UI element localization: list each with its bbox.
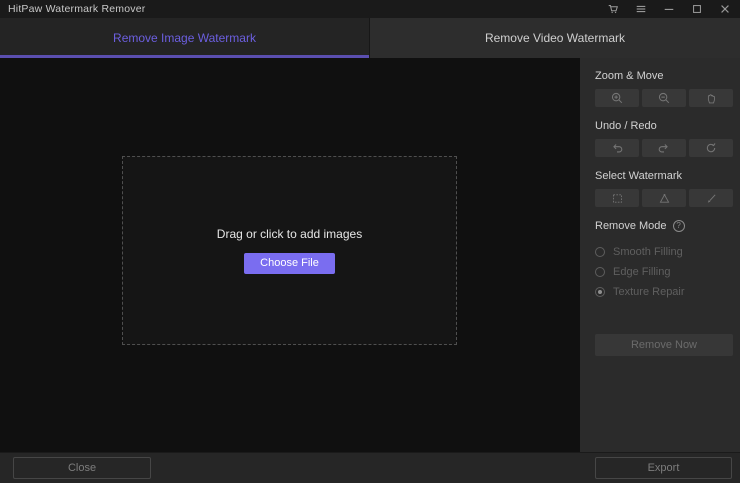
info-icon[interactable]: ?: [672, 220, 685, 232]
main-content: Drag or click to add images Choose File …: [0, 58, 740, 452]
polygon-select-button[interactable]: [642, 189, 686, 207]
export-button[interactable]: Export: [595, 457, 732, 479]
tab-remove-video-watermark[interactable]: Remove Video Watermark: [370, 18, 740, 58]
select-watermark-buttons: [595, 189, 733, 207]
mode-option-texture-repair[interactable]: Texture Repair: [595, 282, 733, 302]
zoom-move-section-title: Zoom & Move: [595, 70, 664, 82]
zoom-in-button[interactable]: [595, 89, 639, 107]
drop-hint-text: Drag or click to add images: [216, 227, 363, 241]
choose-file-button[interactable]: Choose File: [244, 253, 335, 274]
reset-button[interactable]: [689, 139, 733, 157]
select-watermark-section-title: Select Watermark: [595, 170, 683, 182]
radio-icon: [595, 267, 605, 277]
undo-button[interactable]: [595, 139, 639, 157]
undo-redo-buttons: [595, 139, 733, 157]
remove-mode-header: Remove Mode ?: [595, 220, 733, 232]
image-canvas: Drag or click to add images Choose File: [0, 58, 580, 452]
footer-bar: Close Export: [0, 452, 740, 483]
tab-label: Remove Video Watermark: [484, 31, 626, 45]
tab-bar: Remove Image Watermark Remove Video Wate…: [0, 18, 740, 58]
marquee-select-button[interactable]: [595, 189, 639, 207]
hand-move-button[interactable]: [689, 89, 733, 107]
app-window: HitPaw Watermark Remover Remove Image Wa…: [0, 0, 740, 483]
brush-select-button[interactable]: [689, 189, 733, 207]
window-controls: [606, 2, 732, 16]
maximize-icon[interactable]: [690, 2, 704, 16]
remove-mode-section-title: Remove Mode: [595, 220, 667, 232]
close-icon[interactable]: [718, 2, 732, 16]
window-title: HitPaw Watermark Remover: [8, 3, 146, 15]
remove-now-button[interactable]: Remove Now: [595, 334, 733, 356]
close-button[interactable]: Close: [13, 457, 151, 479]
radio-icon: [595, 287, 605, 297]
mode-option-smooth-filling[interactable]: Smooth Filling: [595, 242, 733, 262]
undo-redo-section-title: Undo / Redo: [595, 120, 657, 132]
tool-panel: Zoom & Move Undo / Redo Select Watermark…: [580, 58, 740, 452]
redo-button[interactable]: [642, 139, 686, 157]
zoom-out-button[interactable]: [642, 89, 686, 107]
tab-label: Remove Image Watermark: [113, 31, 256, 45]
file-drop-zone[interactable]: Drag or click to add images Choose File: [122, 156, 457, 345]
mode-option-edge-filling[interactable]: Edge Filling: [595, 262, 733, 282]
title-bar: HitPaw Watermark Remover: [0, 0, 740, 18]
cart-icon[interactable]: [606, 2, 620, 16]
tab-remove-image-watermark[interactable]: Remove Image Watermark: [0, 18, 370, 58]
radio-icon: [595, 247, 605, 257]
zoom-move-buttons: [595, 89, 733, 107]
menu-icon[interactable]: [634, 2, 648, 16]
minimize-icon[interactable]: [662, 2, 676, 16]
